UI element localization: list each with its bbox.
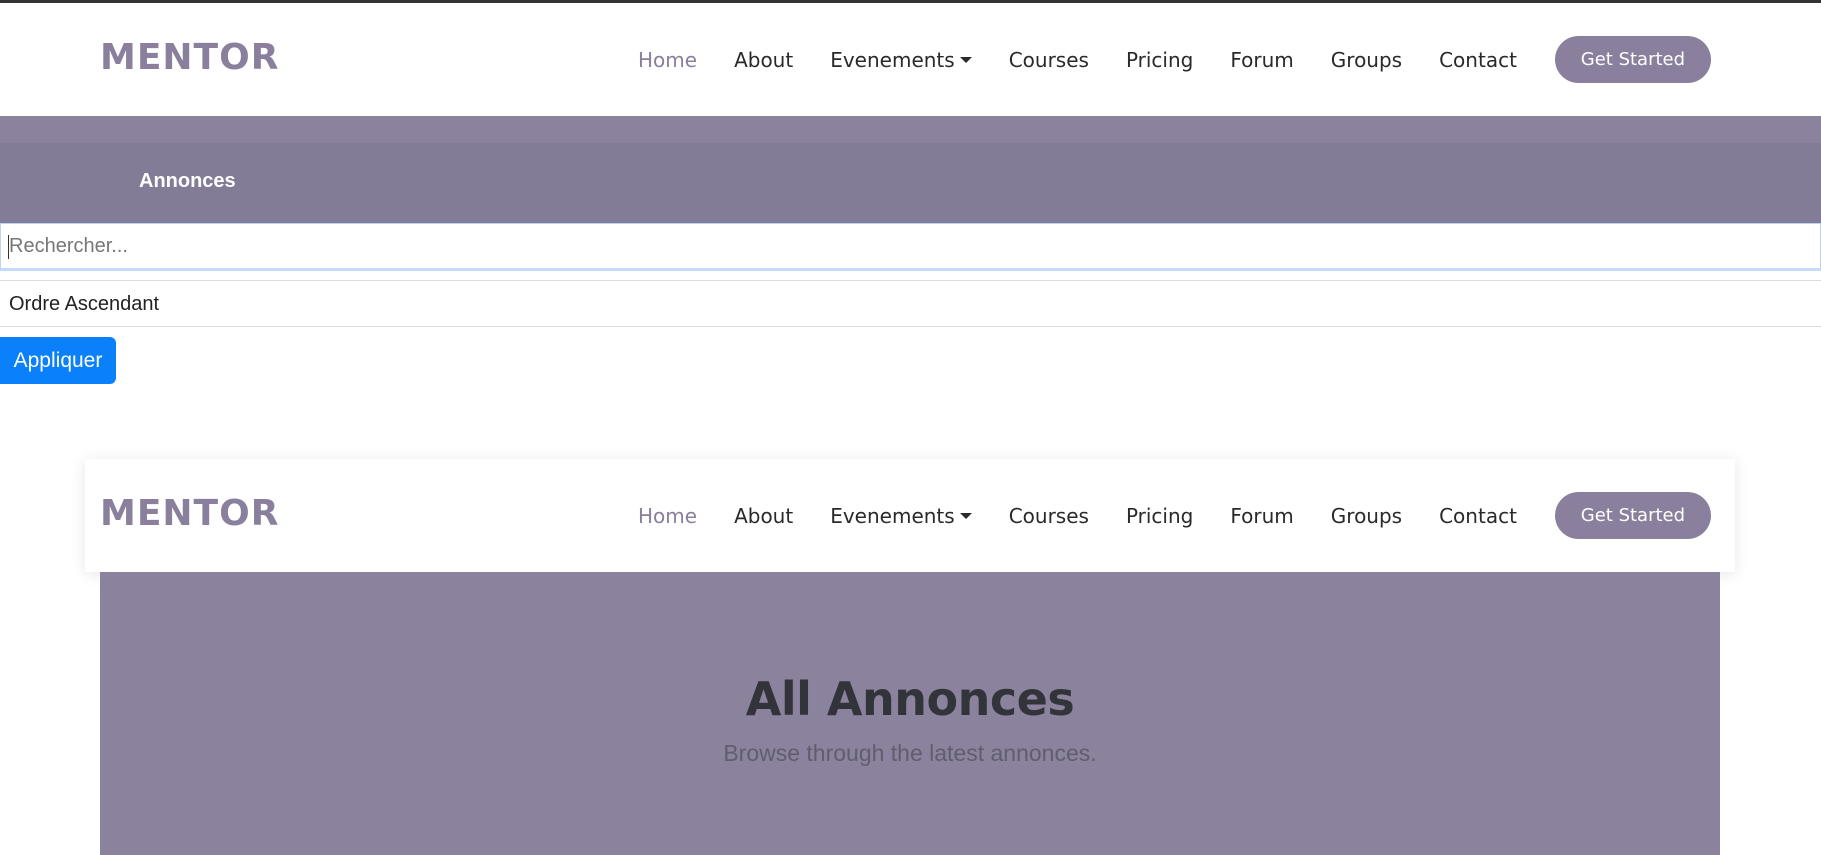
search-input[interactable]: [0, 223, 1821, 271]
nav-courses[interactable]: Courses: [1009, 504, 1089, 528]
nav-pricing[interactable]: Pricing: [1126, 48, 1193, 72]
page-title: Annonces: [139, 170, 236, 192]
nav-forum[interactable]: Forum: [1230, 504, 1293, 528]
nav-forum[interactable]: Forum: [1230, 48, 1293, 72]
nav-contact[interactable]: Contact: [1439, 504, 1517, 528]
nav-about[interactable]: About: [734, 504, 793, 528]
nav-groups[interactable]: Groups: [1331, 504, 1402, 528]
nav-evenements-label: Evenements: [830, 503, 955, 528]
hero-title: All Annonces: [745, 672, 1075, 726]
main-nav: Home About Evenements Courses Pricing Fo…: [638, 459, 1711, 572]
nav-evenements-label: Evenements: [830, 47, 955, 72]
site-header-secondary: MENTOR Home About Evenements Courses Pri…: [85, 459, 1735, 572]
apply-button[interactable]: Appliquer: [0, 337, 116, 384]
nav-home[interactable]: Home: [638, 504, 697, 528]
nav-evenements[interactable]: Evenements: [830, 47, 972, 72]
caret-down-icon: [959, 512, 972, 519]
hero-section: All Annonces Browse through the latest a…: [100, 572, 1720, 855]
nav-contact[interactable]: Contact: [1439, 48, 1517, 72]
logo[interactable]: MENTOR: [100, 493, 279, 534]
site-header: MENTOR Home About Evenements Courses Pri…: [0, 3, 1821, 116]
nav-pricing[interactable]: Pricing: [1126, 504, 1193, 528]
main-nav: Home About Evenements Courses Pricing Fo…: [638, 3, 1711, 116]
get-started-button[interactable]: Get Started: [1554, 36, 1711, 83]
nav-home[interactable]: Home: [638, 48, 697, 72]
nav-groups[interactable]: Groups: [1331, 48, 1402, 72]
band-top-strip: [0, 116, 1821, 143]
nav-courses[interactable]: Courses: [1009, 48, 1089, 72]
nav-evenements[interactable]: Evenements: [830, 503, 972, 528]
get-started-button[interactable]: Get Started: [1554, 492, 1711, 539]
caret-down-icon: [959, 56, 972, 63]
logo[interactable]: MENTOR: [100, 37, 279, 78]
hero-subtitle: Browse through the latest annonces.: [723, 740, 1097, 766]
sort-select[interactable]: Ordre Ascendant: [0, 280, 1821, 327]
text-cursor: [8, 235, 9, 259]
nav-about[interactable]: About: [734, 48, 793, 72]
breadcrumb: Annonces: [0, 143, 1821, 223]
